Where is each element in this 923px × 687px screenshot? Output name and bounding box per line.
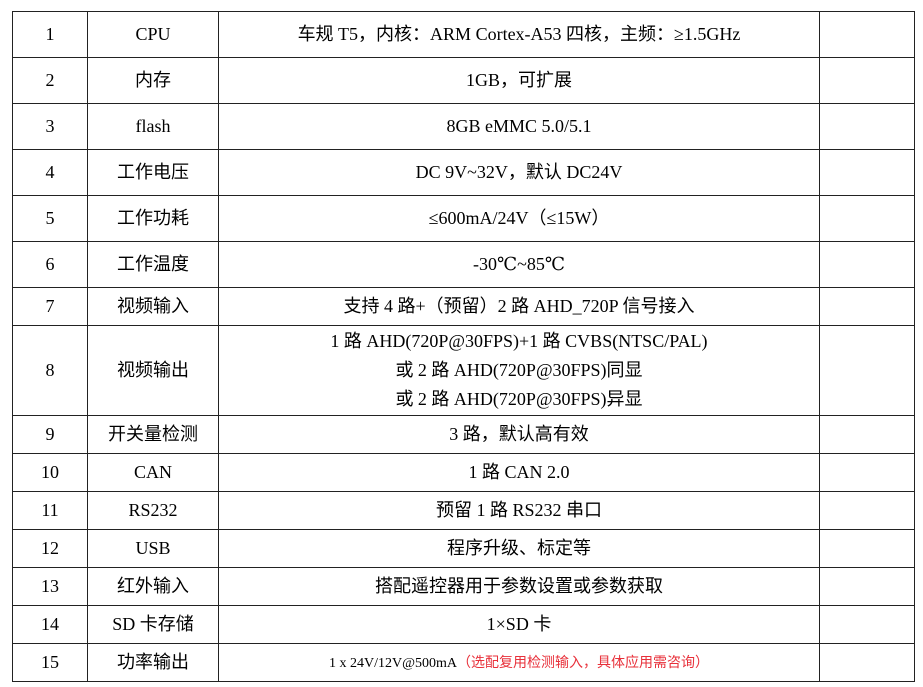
spec-cell: 预留 1 路 RS232 串口 [218, 491, 820, 530]
spec-cell: 搭配遥控器用于参数设置或参数获取 [218, 567, 820, 606]
table-row: 15 功率输出 1 x 24V/12V@500mA（选配复用检测输入，具体应用需咨询… [12, 643, 915, 682]
spec-cell: 1 路 AHD(720P@30FPS)+1 路 CVBS(NTSC/PAL) 或 … [218, 325, 820, 416]
item-name-cell: CPU [87, 11, 219, 58]
table-row: 9 开关量检测 3 路，默认高有效 [12, 415, 915, 454]
item-name-cell: 视频输入 [87, 287, 219, 326]
note-cell [819, 287, 915, 326]
note-cell [819, 195, 915, 242]
spec-cell: 1 路 CAN 2.0 [218, 453, 820, 492]
item-name-cell: flash [87, 103, 219, 150]
spec-cell: 3 路，默认高有效 [218, 415, 820, 454]
row-number-cell: 2 [12, 57, 88, 104]
table-row: 8 视频输出 1 路 AHD(720P@30FPS)+1 路 CVBS(NTSC/P… [12, 325, 915, 416]
spec-cell: DC 9V~32V，默认 DC24V [218, 149, 820, 196]
spec-cell: -30℃~85℃ [218, 241, 820, 288]
note-cell [819, 453, 915, 492]
note-cell [819, 415, 915, 454]
item-name-cell: SD 卡存储 [87, 605, 219, 644]
spec-note-red: （选配复用检测输入，具体应用需咨询） [457, 656, 709, 671]
row-number-cell: 9 [12, 415, 88, 454]
item-name-cell: USB [87, 529, 219, 568]
row-number-cell: 3 [12, 103, 88, 150]
note-cell [819, 325, 915, 416]
spec-cell: 1 x 24V/12V@500mA（选配复用检测输入，具体应用需咨询） [218, 643, 820, 682]
spec-cell: 程序升级、标定等 [218, 529, 820, 568]
table-row: 4 工作电压 DC 9V~32V，默认 DC24V [12, 149, 915, 196]
table-row: 3 flash 8GB eMMC 5.0/5.1 [12, 103, 915, 150]
note-cell [819, 57, 915, 104]
table-row: 14 SD 卡存储 1×SD 卡 [12, 605, 915, 644]
table-row: 11 RS232 预留 1 路 RS232 串口 [12, 491, 915, 530]
note-cell [819, 241, 915, 288]
row-number-cell: 14 [12, 605, 88, 644]
table-row: 5 工作功耗 ≤600mA/24V（≤15W） [12, 195, 915, 242]
spec-text: 1 x 24V/12V@500mA [328, 656, 457, 671]
spec-cell: 1GB，可扩展 [218, 57, 820, 104]
note-cell [819, 529, 915, 568]
note-cell [819, 149, 915, 196]
row-number-cell: 12 [12, 529, 88, 568]
item-name-cell: 内存 [87, 57, 219, 104]
row-number-cell: 5 [12, 195, 88, 242]
table-row: 7 视频输入 支持 4 路+（预留）2 路 AHD_720P 信号接入 [12, 287, 915, 326]
spec-table: 1 CPU 车规 T5，内核：ARM Cortex-A53 四核，主频：≥1.5GH… [12, 11, 915, 682]
table-row: 13 红外输入 搭配遥控器用于参数设置或参数获取 [12, 567, 915, 606]
spec-line: 1 路 AHD(720P@30FPS)+1 路 CVBS(NTSC/PAL) [330, 331, 708, 351]
spec-line: 或 2 路 AHD(720P@30FPS)同显 [395, 360, 643, 380]
item-name-cell: 红外输入 [87, 567, 219, 606]
spec-line: 或 2 路 AHD(720P@30FPS)异显 [395, 389, 643, 409]
item-name-cell: 工作功耗 [87, 195, 219, 242]
spec-cell: 支持 4 路+（预留）2 路 AHD_720P 信号接入 [218, 287, 820, 326]
note-cell [819, 643, 915, 682]
item-name-cell: 工作温度 [87, 241, 219, 288]
row-number-cell: 13 [12, 567, 88, 606]
spec-cell: 1×SD 卡 [218, 605, 820, 644]
spec-cell: 车规 T5，内核：ARM Cortex-A53 四核，主频：≥1.5GHz [218, 11, 820, 58]
table-row: 10 CAN 1 路 CAN 2.0 [12, 453, 915, 492]
note-cell [819, 605, 915, 644]
row-number-cell: 1 [12, 11, 88, 58]
item-name-cell: 视频输出 [87, 325, 219, 416]
row-number-cell: 6 [12, 241, 88, 288]
table-row: 6 工作温度 -30℃~85℃ [12, 241, 915, 288]
row-number-cell: 8 [12, 325, 88, 416]
row-number-cell: 11 [12, 491, 88, 530]
row-number-cell: 4 [12, 149, 88, 196]
note-cell [819, 11, 915, 58]
table-row: 2 内存 1GB，可扩展 [12, 57, 915, 104]
table-row: 1 CPU 车规 T5，内核：ARM Cortex-A53 四核，主频：≥1.5GH… [12, 11, 915, 58]
row-number-cell: 15 [12, 643, 88, 682]
note-cell [819, 103, 915, 150]
row-number-cell: 7 [12, 287, 88, 326]
note-cell [819, 491, 915, 530]
item-name-cell: 功率输出 [87, 643, 219, 682]
table-row: 12 USB 程序升级、标定等 [12, 529, 915, 568]
item-name-cell: 工作电压 [87, 149, 219, 196]
item-name-cell: 开关量检测 [87, 415, 219, 454]
item-name-cell: RS232 [87, 491, 219, 530]
note-cell [819, 567, 915, 606]
row-number-cell: 10 [12, 453, 88, 492]
spec-cell: 8GB eMMC 5.0/5.1 [218, 103, 820, 150]
spec-cell: ≤600mA/24V（≤15W） [218, 195, 820, 242]
item-name-cell: CAN [87, 453, 219, 492]
